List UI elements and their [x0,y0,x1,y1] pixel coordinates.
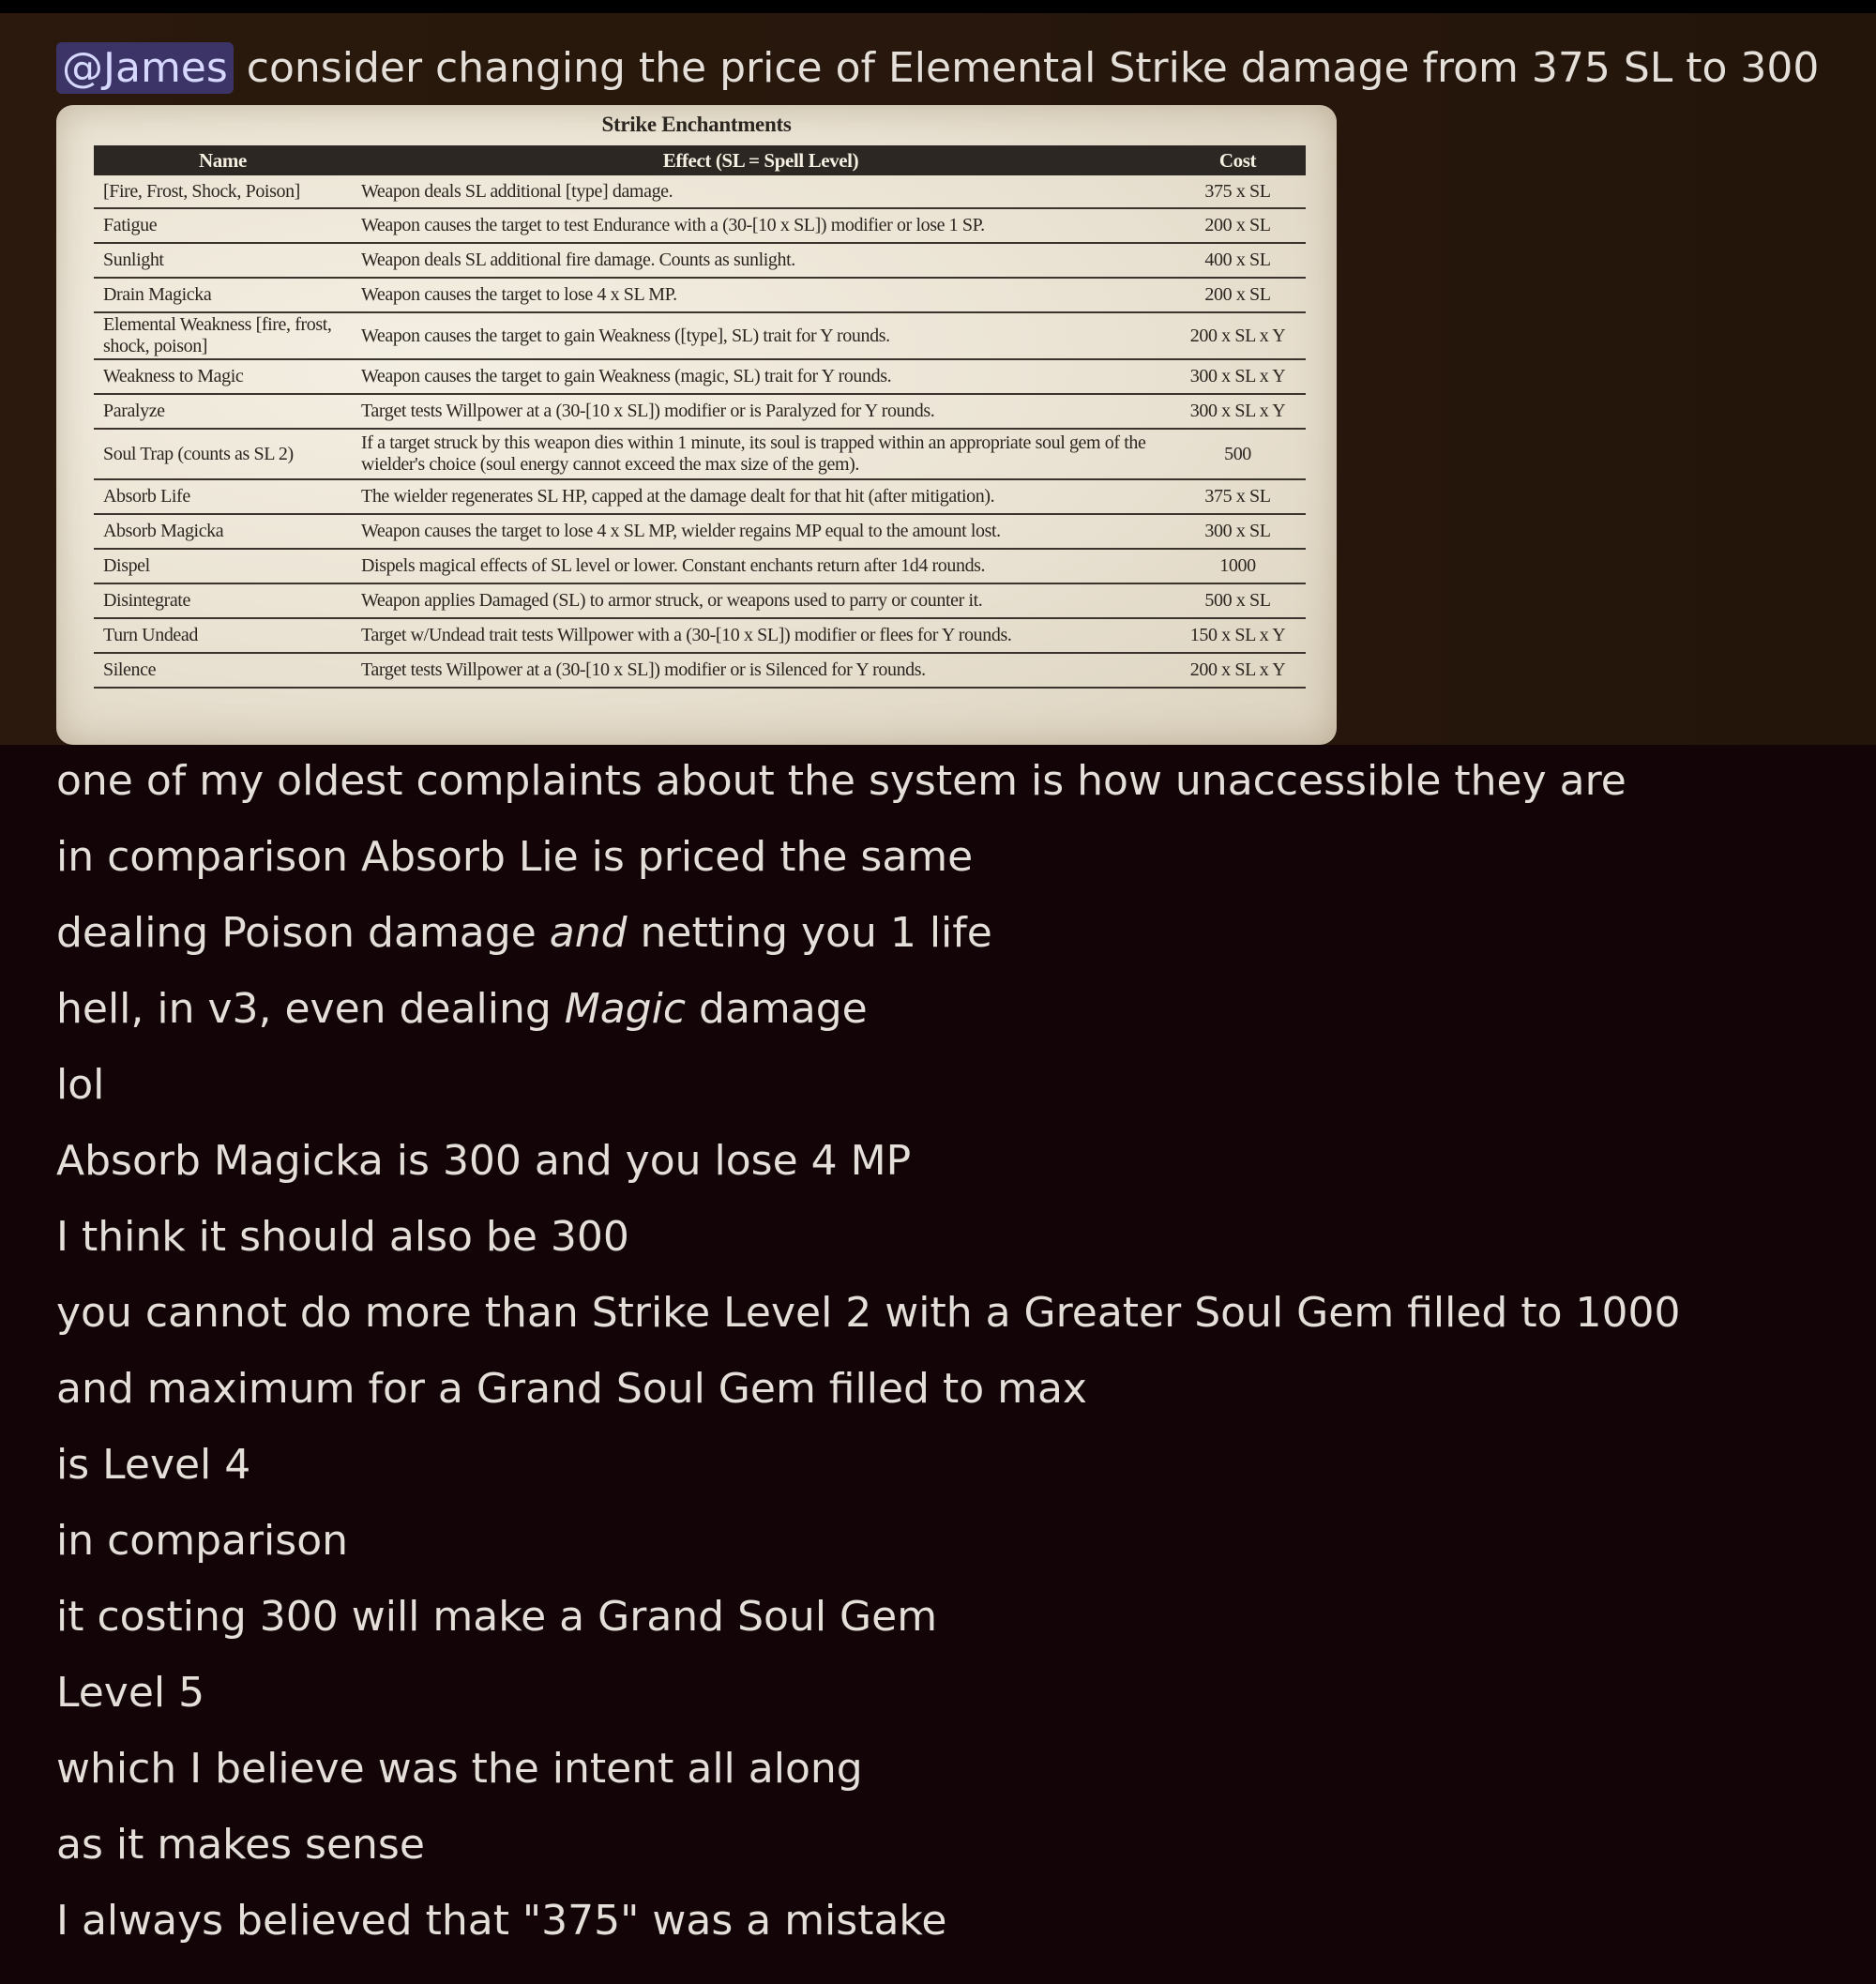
enchantment-name: Silence [94,653,352,689]
chat-message[interactable]: as it makes sense [56,1817,1838,1893]
enchantment-name: [Fire, Frost, Shock, Poison] [94,175,352,209]
enchantment-effect: Weapon causes the target to lose 4 x SL … [352,278,1170,313]
message-text: dealing Poison damage [56,909,550,957]
column-header: Effect (SL = Spell Level) [352,145,1170,175]
enchantment-effect: Weapon deals SL additional fire damage. … [352,243,1170,279]
enchantment-effect: Dispels magical effects of SL level or l… [352,549,1170,584]
table-row: Weakness to Magic Weapon causes the targe… [94,359,1306,395]
enchantment-name: Elemental Weakness [fire, frost, shock, … [94,312,352,360]
chat-message[interactable]: hell, in v3, even dealing Magic damage [56,981,1838,1057]
enchantment-name: Fatigue [94,208,352,244]
chat-message[interactable]: in comparison Absorb Lie is priced the s… [56,829,1838,905]
enchantment-name: Weakness to Magic [94,359,352,395]
chat-message[interactable]: in comparison [56,1513,1838,1589]
enchantment-name: Soul Trap (counts as SL 2) [94,429,352,480]
message-list: one of my oldest complaints about the sy… [56,753,1838,1969]
table-row: Absorb Magicka Weapon causes the target t… [94,514,1306,550]
enchantment-name: Sunlight [94,243,352,279]
enchantment-cost: 375 x SL [1170,479,1306,515]
enchantment-cost: 300 x SL [1170,514,1306,550]
table-title: Strike Enchantments [601,113,792,136]
enchantment-effect: Weapon deals SL additional [type] damage… [352,175,1170,209]
enchantment-name: Turn Undead [94,618,352,654]
image-attachment[interactable]: Strike Enchantments Name Effect (SL = Sp… [56,105,1337,745]
enchantment-cost: 500 [1170,429,1306,480]
table-row: [Fire, Frost, Shock, Poison] Weapon deals… [94,175,1306,209]
column-header: Name [94,145,352,175]
table-row: Turn Undead Target w/Undead trait tests W… [94,618,1306,654]
strike-enchantments-table: Name Effect (SL = Spell Level) Cost [Fir… [94,145,1306,689]
chat-message[interactable]: is Level 4 [56,1437,1838,1513]
chat-message[interactable]: and maximum for a Grand Soul Gem filled … [56,1361,1838,1437]
table-row: Absorb Life The wielder regenerates SL HP… [94,479,1306,515]
table-row: Disintegrate Weapon applies Damaged (SL) … [94,583,1306,619]
table-row: Elemental Weakness [fire, frost, shock, … [94,312,1306,360]
message-text: damage [686,985,868,1033]
table-header-row: Name Effect (SL = Spell Level) Cost [94,145,1306,175]
enchantment-cost: 200 x SL x Y [1170,653,1306,689]
message-body: consider changing the price of Elemental… [246,44,1820,92]
table-row: Fatigue Weapon causes the target to test … [94,208,1306,244]
table-row: Silence Target tests Willpower at a (30-[… [94,653,1306,689]
enchantment-effect: Target w/Undead trait tests Willpower wi… [352,618,1170,654]
chat-message[interactable]: you cannot do more than Strike Level 2 w… [56,1285,1838,1361]
enchantment-effect: Weapon causes the target to lose 4 x SL … [352,514,1170,550]
enchantment-effect: Target tests Willpower at a (30-[10 x SL… [352,653,1170,689]
enchantment-effect: The wielder regenerates SL HP, capped at… [352,479,1170,515]
highlighted-message[interactable]: @James consider changing the price of Ele… [0,13,1876,745]
enchantment-cost: 200 x SL [1170,208,1306,244]
chat-message[interactable]: which I believe was the intent all along [56,1741,1838,1817]
table-row: Sunlight Weapon deals SL additional fire … [94,243,1306,279]
enchantment-cost: 150 x SL x Y [1170,618,1306,654]
enchantment-name: Drain Magicka [94,278,352,313]
enchantment-effect: If a target struck by this weapon dies w… [352,429,1170,480]
table-row: Paralyze Target tests Willpower at a (30-… [94,394,1306,430]
italic-text: Magic [564,985,687,1033]
enchantment-effect: Weapon causes the target to gain Weaknes… [352,312,1170,360]
enchantment-cost: 300 x SL x Y [1170,394,1306,430]
chat-message[interactable]: it costing 300 will make a Grand Soul Ge… [56,1589,1838,1665]
enchantment-effect: Target tests Willpower at a (30-[10 x SL… [352,394,1170,430]
enchantment-effect: Weapon causes the target to gain Weaknes… [352,359,1170,395]
table-row: Drain Magicka Weapon causes the target to… [94,278,1306,313]
enchantment-cost: 200 x SL [1170,278,1306,313]
enchantment-name: Absorb Life [94,479,352,515]
enchantment-name: Dispel [94,549,352,584]
chat-message[interactable]: Absorb Magicka is 300 and you lose 4 MP [56,1133,1838,1209]
enchantment-cost: 1000 [1170,549,1306,584]
message-text: @James consider changing the price of Ele… [56,36,1819,101]
italic-text: and [549,909,628,957]
table-row: Dispel Dispels magical effects of SL leve… [94,549,1306,584]
enchantment-cost: 500 x SL [1170,583,1306,619]
enchantment-effect: Weapon applies Damaged (SL) to armor str… [352,583,1170,619]
message-text: hell, in v3, even dealing [56,985,565,1033]
message-text: netting you 1 life [627,909,992,957]
enchantment-effect: Weapon causes the target to test Enduran… [352,208,1170,244]
enchantment-name: Disintegrate [94,583,352,619]
enchantment-cost: 300 x SL x Y [1170,359,1306,395]
chat-message[interactable]: I always believed that "375" was a mista… [56,1893,1838,1969]
chat-message[interactable]: lol [56,1057,1838,1133]
enchantment-name: Absorb Magicka [94,514,352,550]
user-mention[interactable]: @James [56,42,234,94]
chat-message[interactable]: one of my oldest complaints about the sy… [56,753,1838,829]
column-header: Cost [1170,145,1306,175]
chat-message[interactable]: dealing Poison damage and netting you 1 … [56,905,1838,981]
enchantment-cost: 200 x SL x Y [1170,312,1306,360]
chat-message[interactable]: Level 5 [56,1665,1838,1741]
enchantment-cost: 375 x SL [1170,175,1306,209]
enchantment-name: Paralyze [94,394,352,430]
table-row: Soul Trap (counts as SL 2) If a target st… [94,429,1306,480]
top-edge [0,0,1876,13]
enchantment-cost: 400 x SL [1170,243,1306,279]
chat-message[interactable]: I think it should also be 300 [56,1209,1838,1285]
